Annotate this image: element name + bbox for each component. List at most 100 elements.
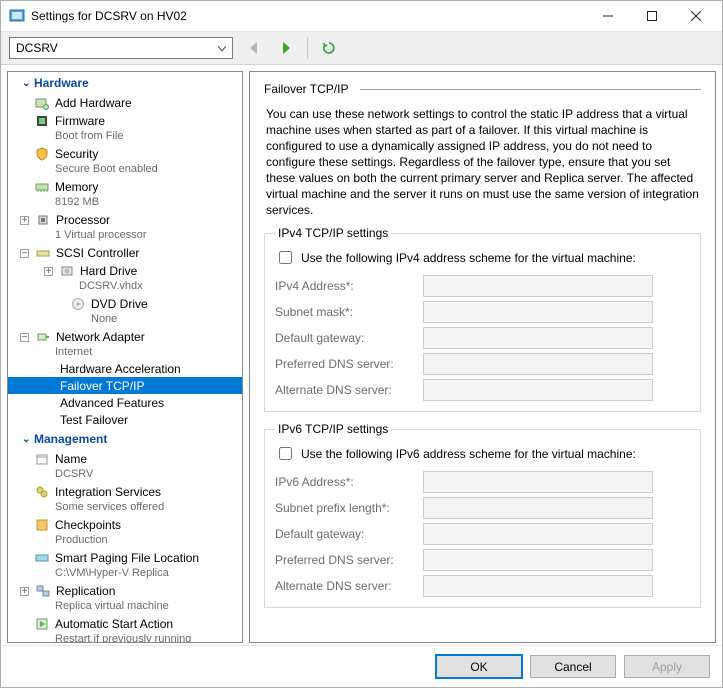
- nav-forward-button[interactable]: [275, 37, 297, 59]
- tree-item-name[interactable]: Name DCSRV: [8, 449, 242, 482]
- ipv6-address-label: IPv6 Address*:: [275, 475, 423, 489]
- tree-sub: DCSRV.vhdx: [58, 279, 242, 294]
- dvd-icon: [70, 296, 86, 312]
- tree-item-integration-services[interactable]: Integration Services Some services offer…: [8, 482, 242, 515]
- tree-sub: Internet: [34, 345, 242, 360]
- tree-item-scsi-controller[interactable]: −SCSI Controller: [8, 243, 242, 261]
- ipv6-gateway-input[interactable]: [423, 523, 653, 545]
- tree-sub: 8192 MB: [34, 195, 242, 210]
- tree-item-firmware[interactable]: Firmware Boot from File: [8, 111, 242, 144]
- ipv4-legend: IPv4 TCP/IP settings: [275, 226, 391, 240]
- tree-sub: 1 Virtual processor: [34, 228, 242, 243]
- settings-window: Settings for DCSRV on HV02 DCSRV ⌄Hardwa…: [0, 0, 723, 688]
- ipv4-address-label: IPv4 Address*:: [275, 279, 423, 293]
- tree-sub: None: [58, 312, 242, 327]
- ipv4-use-checkbox[interactable]: [279, 251, 292, 264]
- tree-item-hard-drive[interactable]: +Hard Drive DCSRV.vhdx: [8, 261, 242, 294]
- name-icon: [34, 451, 50, 467]
- smart-paging-icon: [34, 550, 50, 566]
- tree-item-dvd-drive[interactable]: DVD Drive None: [8, 294, 242, 327]
- ipv6-pdns-input[interactable]: [423, 549, 653, 571]
- ipv4-adns-input[interactable]: [423, 379, 653, 401]
- minimize-button[interactable]: [586, 2, 630, 30]
- ipv6-use-checkbox[interactable]: [279, 447, 292, 460]
- chevron-down-icon: [218, 41, 226, 55]
- tree-item-smart-paging[interactable]: Smart Paging File Location C:\VM\Hyper-V…: [8, 548, 242, 581]
- tree-section-management[interactable]: ⌄Management: [8, 428, 242, 449]
- ipv6-prefix-input[interactable]: [423, 497, 653, 519]
- collapse-icon[interactable]: −: [20, 333, 29, 342]
- ok-button[interactable]: OK: [436, 655, 522, 678]
- ipv6-gateway-label: Default gateway:: [275, 527, 423, 541]
- add-hardware-icon: [34, 95, 50, 111]
- maximize-button[interactable]: [630, 2, 674, 30]
- tree-sub: Production: [34, 533, 242, 548]
- tree-sub: DCSRV: [34, 467, 242, 482]
- collapse-icon: ⌄: [22, 434, 30, 445]
- ipv6-adns-input[interactable]: [423, 575, 653, 597]
- tree-item-test-failover[interactable]: Test Failover: [8, 411, 242, 428]
- tree-sub: Secure Boot enabled: [34, 162, 242, 177]
- tree-item-security[interactable]: Security Secure Boot enabled: [8, 144, 242, 177]
- settings-panel: Failover TCP/IP You can use these networ…: [249, 71, 716, 643]
- dialog-buttons: OK Cancel Apply: [1, 645, 722, 687]
- auto-start-icon: [34, 616, 50, 632]
- ipv6-adns-label: Alternate DNS server:: [275, 579, 423, 593]
- ipv6-prefix-label: Subnet prefix length*:: [275, 501, 423, 515]
- settings-tree[interactable]: ⌄Hardware Add Hardware Firmware Boot fro…: [7, 71, 243, 643]
- ipv6-legend: IPv6 TCP/IP settings: [275, 422, 391, 436]
- ipv4-adns-label: Alternate DNS server:: [275, 383, 423, 397]
- cancel-button[interactable]: Cancel: [530, 655, 616, 678]
- tree-item-advanced-features[interactable]: Advanced Features: [8, 394, 242, 411]
- memory-icon: [34, 179, 50, 195]
- nav-back-button[interactable]: [243, 37, 265, 59]
- close-button[interactable]: [674, 2, 718, 30]
- vm-selector-value: DCSRV: [16, 41, 58, 55]
- window-title: Settings for DCSRV on HV02: [31, 9, 586, 23]
- tree-item-add-hardware[interactable]: Add Hardware: [8, 93, 242, 111]
- integration-services-icon: [34, 484, 50, 500]
- processor-icon: [35, 212, 51, 228]
- tree-item-hardware-acceleration[interactable]: Hardware Acceleration: [8, 360, 242, 377]
- tree-sub: Replica virtual machine: [34, 599, 242, 614]
- ipv4-pdns-label: Preferred DNS server:: [275, 357, 423, 371]
- ipv4-address-input[interactable]: [423, 275, 653, 297]
- tree-sub: Boot from File: [34, 129, 242, 144]
- tree-item-processor[interactable]: +Processor 1 Virtual processor: [8, 210, 242, 243]
- ipv6-pdns-label: Preferred DNS server:: [275, 553, 423, 567]
- expand-icon[interactable]: +: [20, 587, 29, 596]
- ipv4-use-label: Use the following IPv4 address scheme fo…: [301, 251, 636, 265]
- ipv4-subnet-input[interactable]: [423, 301, 653, 323]
- expand-icon[interactable]: +: [44, 267, 53, 276]
- toolbar: DCSRV: [1, 31, 722, 65]
- apply-button[interactable]: Apply: [624, 655, 710, 678]
- tree-item-automatic-start-action[interactable]: Automatic Start Action Restart if previo…: [8, 614, 242, 643]
- tree-item-checkpoints[interactable]: Checkpoints Production: [8, 515, 242, 548]
- panel-title-rule: [360, 89, 701, 90]
- ipv4-group: IPv4 TCP/IP settings Use the following I…: [264, 226, 701, 412]
- titlebar: Settings for DCSRV on HV02: [1, 1, 722, 31]
- scsi-icon: [35, 245, 51, 261]
- tree-section-hardware[interactable]: ⌄Hardware: [8, 72, 242, 93]
- expand-icon[interactable]: +: [20, 216, 29, 225]
- ipv4-subnet-label: Subnet mask*:: [275, 305, 423, 319]
- ipv4-pdns-input[interactable]: [423, 353, 653, 375]
- tree-item-replication[interactable]: +Replication Replica virtual machine: [8, 581, 242, 614]
- tree-item-memory[interactable]: Memory 8192 MB: [8, 177, 242, 210]
- ipv6-address-input[interactable]: [423, 471, 653, 493]
- replication-icon: [35, 583, 51, 599]
- tree-item-network-adapter[interactable]: −Network Adapter Internet: [8, 327, 242, 360]
- ipv6-group: IPv6 TCP/IP settings Use the following I…: [264, 422, 701, 608]
- toolbar-separator: [307, 37, 308, 59]
- tree-sub: Restart if previously running: [34, 632, 242, 643]
- refresh-button[interactable]: [318, 37, 340, 59]
- collapse-icon[interactable]: −: [20, 249, 29, 258]
- ipv4-gateway-label: Default gateway:: [275, 331, 423, 345]
- hard-drive-icon: [59, 263, 75, 279]
- panel-description: You can use these network settings to co…: [264, 96, 701, 226]
- tree-item-failover-tcpip[interactable]: Failover TCP/IP: [8, 377, 242, 394]
- body: ⌄Hardware Add Hardware Firmware Boot fro…: [1, 65, 722, 645]
- vm-selector[interactable]: DCSRV: [9, 37, 233, 59]
- collapse-icon: ⌄: [22, 78, 30, 89]
- ipv4-gateway-input[interactable]: [423, 327, 653, 349]
